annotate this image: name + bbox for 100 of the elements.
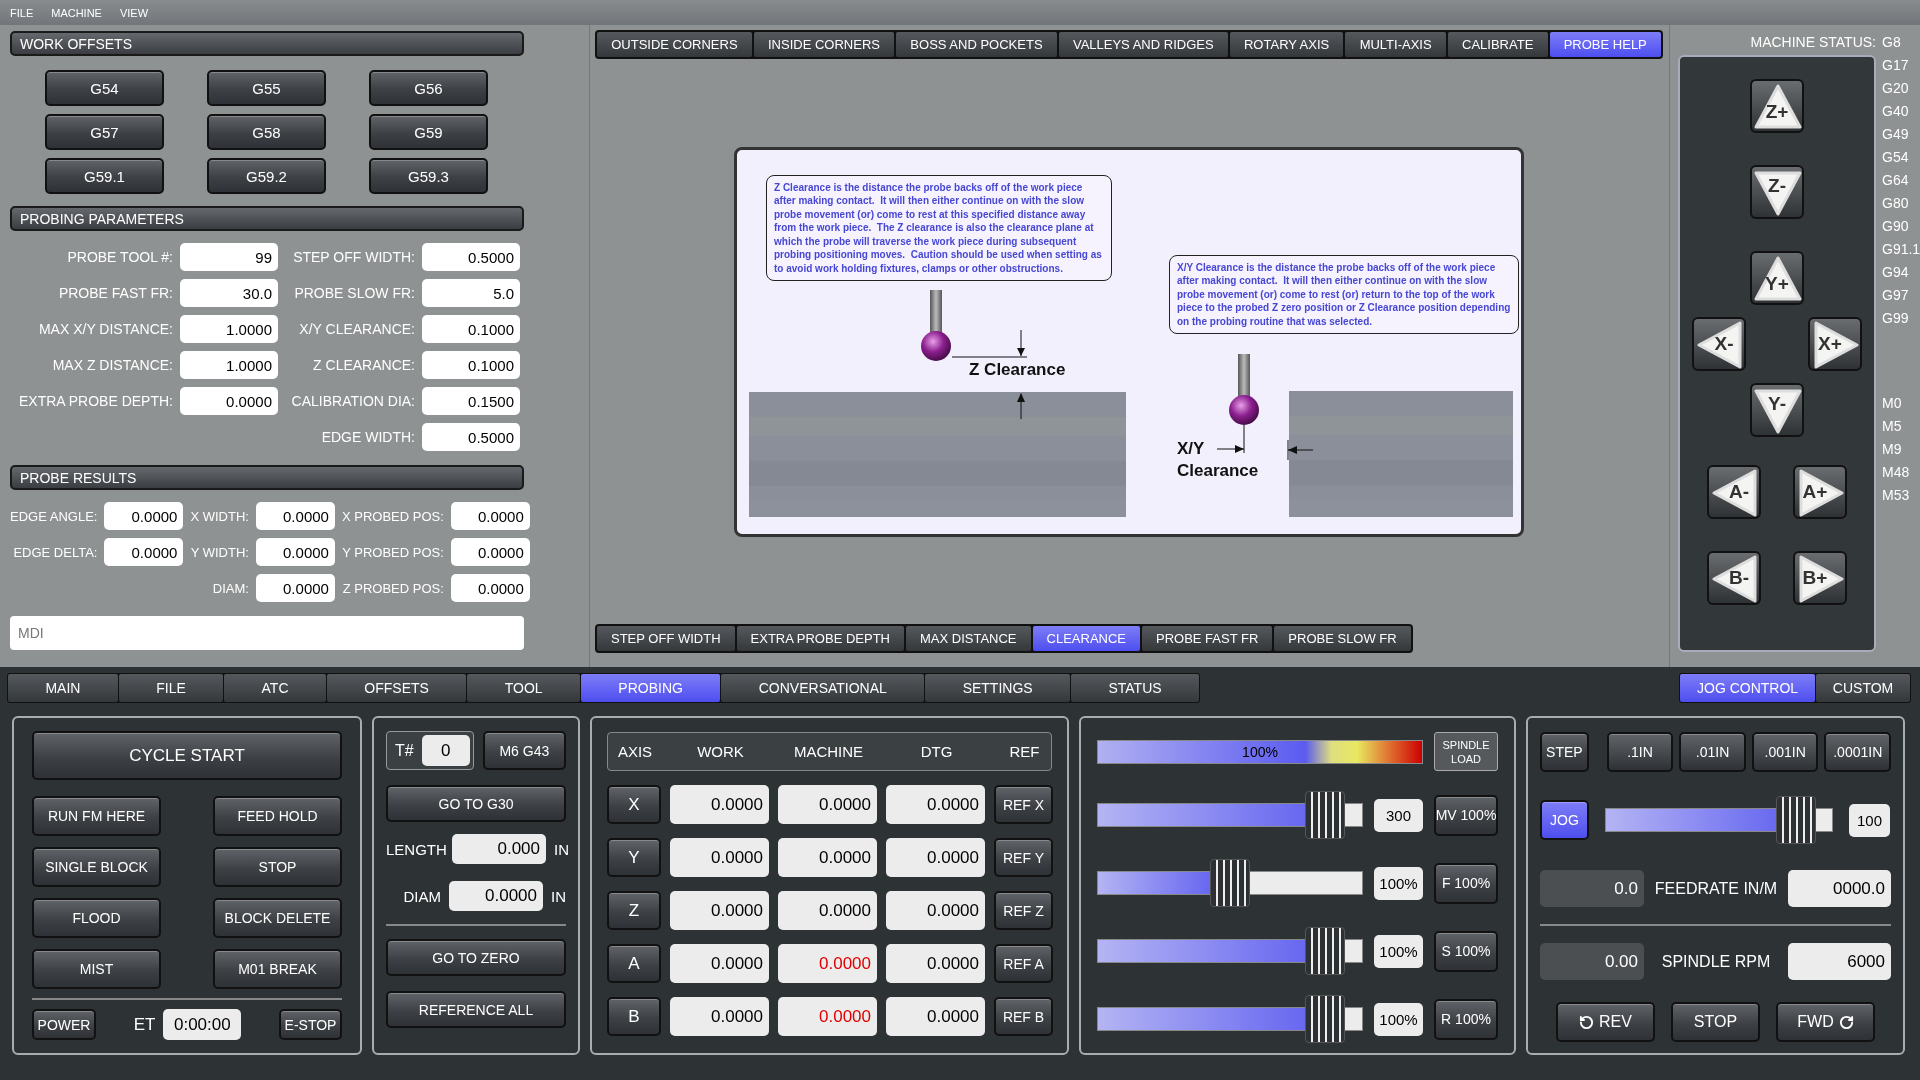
value-field[interactable]: 0.0000 (450, 538, 530, 566)
axis-jog-button[interactable]: A+ (1793, 465, 1847, 519)
axis-jog-button[interactable]: X+ (1808, 317, 1862, 371)
machine-field[interactable]: 0.0000 (778, 891, 877, 930)
axis-jog-button[interactable]: B- (1707, 551, 1761, 605)
increment-button[interactable]: .001IN (1751, 732, 1819, 772)
value-field[interactable]: 0.0000 (450, 502, 530, 530)
side-tab[interactable]: JOG CONTROL (1680, 674, 1815, 702)
main-tab[interactable]: OFFSETS (326, 674, 467, 702)
spindle-button[interactable]: STOP (1671, 1002, 1760, 1042)
value-field[interactable]: 30.0 (180, 279, 278, 307)
override-button[interactable]: S 100% (1434, 930, 1498, 972)
reference-all-button[interactable]: REFERENCE ALL (386, 991, 566, 1028)
axis-jog-button[interactable]: Z- (1750, 165, 1804, 219)
help-tab[interactable]: PROBE FAST FR (1142, 626, 1273, 651)
elapsed-time-field[interactable]: 0:00:00 (163, 1009, 242, 1040)
axis-jog-button[interactable]: A- (1707, 465, 1761, 519)
value-field[interactable]: 0.0000 (104, 538, 184, 566)
step-button[interactable]: STEP (1540, 732, 1589, 772)
probe-tab[interactable]: PROBE HELP (1549, 32, 1661, 57)
control-button[interactable]: M01 BREAK (213, 949, 342, 989)
menu-item[interactable]: FILE (10, 6, 34, 19)
dtg-field[interactable]: 0.0000 (886, 997, 985, 1036)
go-to-g30-button[interactable]: GO TO G30 (386, 785, 566, 822)
dtg-field[interactable]: 0.0000 (886, 944, 985, 983)
control-button[interactable]: MIST (32, 949, 161, 989)
increment-button[interactable]: .0001IN (1824, 732, 1892, 772)
value-field[interactable]: 99 (180, 243, 278, 271)
axis-jog-button[interactable]: Y- (1750, 383, 1804, 437)
ref-button[interactable]: REF Y (994, 838, 1053, 877)
feedrate-field[interactable]: 0000.0 (1788, 870, 1891, 907)
work-field[interactable]: 0.0000 (670, 891, 769, 930)
tool-number-field[interactable]: 0 (421, 735, 470, 766)
ref-button[interactable]: REF A (994, 944, 1053, 983)
help-tab[interactable]: CLEARANCE (1032, 626, 1140, 651)
main-tab[interactable]: PROBING (580, 674, 721, 702)
mdi-field[interactable]: MDI (10, 616, 524, 650)
value-field[interactable]: 0.0000 (104, 502, 184, 530)
value-field[interactable]: 0.0000 (255, 538, 335, 566)
power-button[interactable]: POWER (32, 1009, 96, 1040)
cycle-start-button[interactable]: CYCLE START (32, 731, 342, 780)
axis-button[interactable]: Y (607, 838, 661, 877)
value-field[interactable]: 5.0 (422, 279, 520, 307)
machine-field[interactable]: 0.0000 (778, 997, 877, 1036)
axis-button[interactable]: X (607, 785, 661, 824)
offset-button[interactable]: G54 (45, 70, 164, 106)
offset-button[interactable]: G59.1 (45, 158, 164, 194)
offset-button[interactable]: G58 (207, 114, 326, 150)
feedrate-actual-field[interactable]: 0.0 (1540, 870, 1644, 907)
main-tab[interactable]: ATC (224, 674, 326, 702)
axis-jog-button[interactable]: Z+ (1750, 79, 1804, 133)
offset-button[interactable]: G57 (45, 114, 164, 150)
menu-item[interactable]: VIEW (119, 6, 149, 19)
axis-button[interactable]: A (607, 944, 661, 983)
dtg-field[interactable]: 0.0000 (886, 891, 985, 930)
go-to-zero-button[interactable]: GO TO ZERO (386, 939, 566, 976)
length-field[interactable]: 0.000 (452, 834, 546, 864)
machine-field[interactable]: 0.0000 (778, 944, 877, 983)
machine-field[interactable]: 0.0000 (778, 785, 877, 824)
probe-tab[interactable]: BOSS AND POCKETS (896, 32, 1057, 57)
help-tab[interactable]: EXTRA PROBE DEPTH (736, 626, 904, 651)
spindle-rpm-field[interactable]: 6000 (1788, 943, 1891, 980)
offset-button[interactable]: G59.3 (369, 158, 488, 194)
value-field[interactable]: 0.1500 (422, 387, 520, 415)
help-tab[interactable]: STEP OFF WIDTH (597, 626, 735, 651)
value-field[interactable]: 0.0000 (180, 387, 278, 415)
spindle-actual-field[interactable]: 0.00 (1540, 943, 1644, 980)
diam-field[interactable]: 0.0000 (449, 881, 543, 911)
value-field[interactable]: 0.0000 (450, 574, 530, 602)
work-field[interactable]: 0.0000 (670, 785, 769, 824)
axis-jog-button[interactable]: Y+ (1750, 251, 1804, 305)
override-button[interactable]: F 100% (1434, 862, 1498, 904)
control-button[interactable]: STOP (213, 847, 342, 887)
override-button[interactable]: MV 100% (1434, 794, 1498, 836)
increment-button[interactable]: .1IN (1606, 732, 1674, 772)
override-button[interactable]: R 100% (1434, 998, 1498, 1040)
probe-tab[interactable]: INSIDE CORNERS (753, 32, 895, 57)
axis-button[interactable]: Z (607, 891, 661, 930)
ref-button[interactable]: REF Z (994, 891, 1053, 930)
spindle-button[interactable]: FWD (1776, 1002, 1875, 1042)
control-button[interactable]: FEED HOLD (213, 796, 342, 836)
help-tab[interactable]: PROBE SLOW FR (1274, 626, 1411, 651)
offset-button[interactable]: G55 (207, 70, 326, 106)
control-button[interactable]: SINGLE BLOCK (32, 847, 161, 887)
jog-mode-button[interactable]: JOG (1540, 800, 1589, 840)
probe-tab[interactable]: VALLEYS AND RIDGES (1058, 32, 1228, 57)
control-button[interactable]: RUN FM HERE (32, 796, 161, 836)
side-tab[interactable]: CUSTOM (1816, 674, 1911, 702)
value-field[interactable]: 1.0000 (180, 315, 278, 343)
axis-jog-button[interactable]: X- (1692, 317, 1746, 371)
dtg-field[interactable]: 0.0000 (886, 785, 985, 824)
value-field[interactable]: 0.0000 (255, 502, 335, 530)
value-field[interactable]: 0.5000 (422, 423, 520, 451)
work-field[interactable]: 0.0000 (670, 944, 769, 983)
main-tab[interactable]: CONVERSATIONAL (721, 674, 925, 702)
menu-item[interactable]: MACHINE (51, 6, 102, 19)
ref-button[interactable]: REF B (994, 997, 1053, 1036)
main-tab[interactable]: STATUS (1071, 674, 1199, 702)
spindle-button[interactable]: REV (1556, 1002, 1655, 1042)
probe-tab[interactable]: MULTI-AXIS (1345, 32, 1446, 57)
